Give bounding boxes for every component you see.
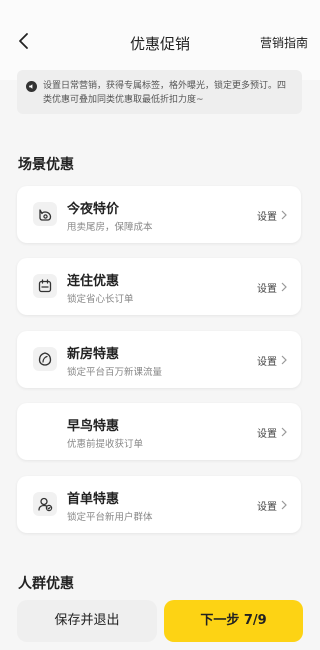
card-desc: 优惠前提收获订单	[67, 439, 144, 450]
next-step-button[interactable]: 下一步 7/9	[164, 600, 303, 642]
chevron-right-icon	[281, 282, 287, 292]
card-first-order[interactable]: 首单特惠 锁定平台新用户群体 设置	[17, 476, 301, 533]
card-desc: 锁定平台新用户群体	[67, 512, 153, 523]
card-desc: 锁定省心长订单	[67, 294, 134, 305]
top-bar: 优惠促销 营销指南	[0, 0, 320, 80]
section-title-audience: 人群优惠	[18, 576, 74, 592]
card-early-bird[interactable]: 早鸟特惠 优惠前提收获订单 设置	[17, 403, 301, 460]
marketing-guide-link[interactable]: 营销指南	[260, 34, 308, 51]
bird-icon	[33, 419, 57, 443]
notice-text: 设置日常营销，获得专属标签，格外曝光，锁定更多预订。四类优惠可叠加同类优惠取最低…	[43, 81, 287, 105]
calendar-icon	[33, 274, 57, 298]
chevron-right-icon	[281, 355, 287, 365]
card-consecutive-stay[interactable]: 连住优惠 锁定省心长订单 设置	[17, 258, 301, 315]
setup-link[interactable]: 设置	[257, 425, 277, 440]
save-exit-button[interactable]: 保存并退出	[17, 600, 157, 642]
card-title: 新房特惠	[67, 347, 120, 362]
setup-link[interactable]: 设置	[257, 498, 277, 513]
card-desc: 锁定平台百万新课流量	[67, 367, 163, 378]
card-title: 连住优惠	[67, 274, 120, 289]
card-new-room[interactable]: 新房特惠 锁定平台百万新课流量 设置	[17, 331, 301, 388]
chevron-right-icon	[281, 210, 287, 220]
card-title: 今夜特价	[67, 202, 120, 217]
info-notice: 设置日常营销，获得专属标签，格外曝光，锁定更多预订。四类优惠可叠加同类优惠取最低…	[17, 70, 302, 114]
setup-link[interactable]: 设置	[257, 353, 277, 368]
card-desc: 甩卖尾房，保障成本	[67, 222, 153, 233]
speaker-icon	[26, 81, 37, 92]
moon-icon	[33, 202, 57, 226]
card-title: 早鸟特惠	[67, 419, 120, 434]
setup-link[interactable]: 设置	[257, 280, 277, 295]
user-check-icon	[33, 492, 57, 516]
setup-link[interactable]: 设置	[257, 208, 277, 223]
chevron-right-icon	[281, 427, 287, 437]
chevron-right-icon	[281, 500, 287, 510]
leaf-icon	[33, 347, 57, 371]
card-title: 首单特惠	[67, 492, 120, 507]
card-tonight-special[interactable]: 今夜特价 甩卖尾房，保障成本 设置	[17, 186, 301, 243]
section-title-scene: 场景优惠	[18, 157, 74, 173]
